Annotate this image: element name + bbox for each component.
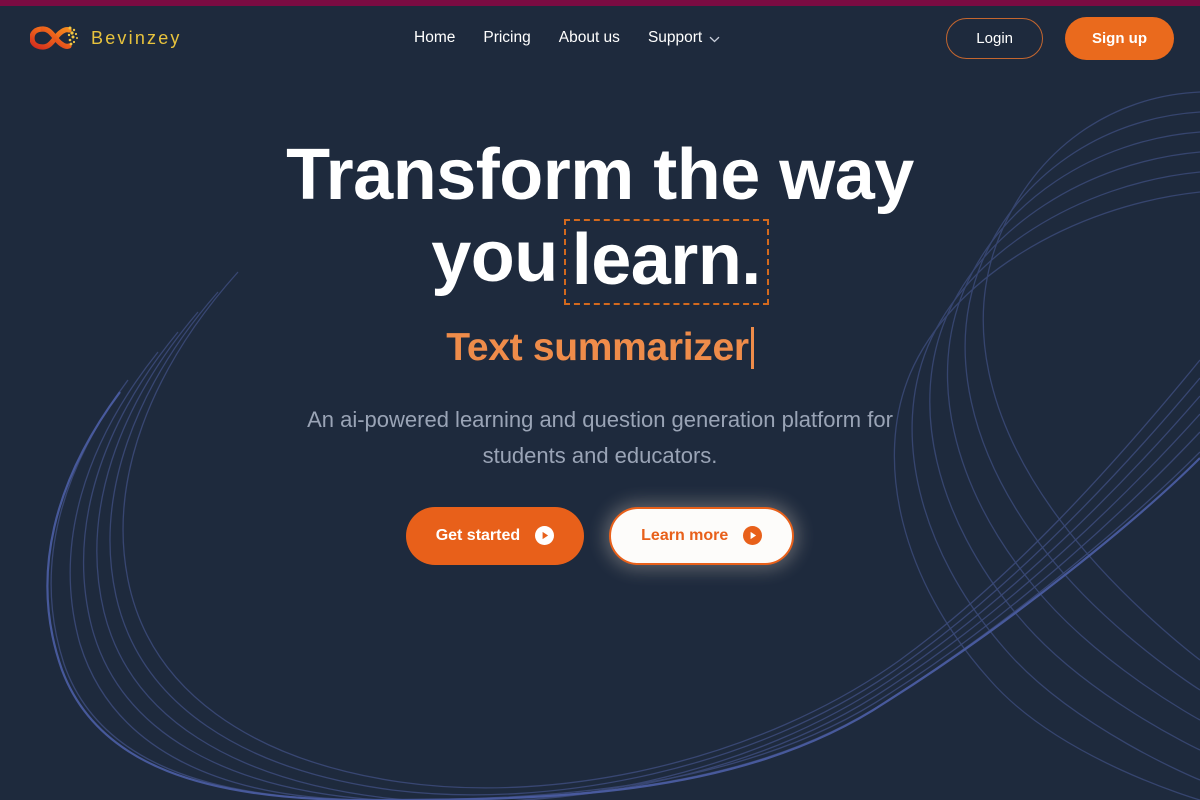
learn-more-button[interactable]: Learn more: [609, 506, 795, 565]
typing-caret: [750, 327, 754, 370]
headline-line-1: Transform the way: [286, 135, 914, 215]
play-circle-icon: [743, 526, 763, 546]
chevron-down-icon: [709, 34, 720, 45]
cta-row: Get started Learn more: [405, 506, 795, 565]
typed-subtitle: Text summarizer: [446, 326, 754, 370]
nav-item-label: About us: [558, 29, 620, 46]
hero-section: Transform the way you learn. Text summari…: [0, 70, 1200, 800]
nav-item-label: Home: [414, 29, 456, 46]
nav-item-home[interactable]: Home: [400, 23, 469, 53]
headline-line-2-prefix: you: [431, 217, 558, 298]
site-header: Bevinzey Home Pricing About us Support L…: [0, 6, 1200, 70]
main-navigation: Home Pricing About us Support: [400, 23, 734, 53]
brand-logo[interactable]: Bevinzey: [30, 16, 182, 60]
get-started-label: Get started: [435, 526, 521, 544]
play-circle-icon: [535, 526, 555, 546]
landing-page: Bevinzey Home Pricing About us Support L…: [0, 0, 1200, 800]
hero-description-line-1: An ai-powered learning and question gene…: [307, 407, 776, 433]
signup-button[interactable]: Sign up: [1065, 16, 1174, 60]
auth-actions: Login Sign up: [946, 16, 1174, 60]
learn-more-label: Learn more: [641, 526, 729, 544]
infinity-logo-icon: [30, 26, 78, 50]
typed-subtitle-text: Text summarizer: [446, 326, 749, 370]
nav-item-pricing[interactable]: Pricing: [469, 23, 544, 53]
nav-item-about-us[interactable]: About us: [545, 23, 634, 53]
nav-item-label: Pricing: [483, 29, 531, 46]
get-started-button[interactable]: Get started: [405, 506, 585, 565]
page-title: Transform the way you learn.: [150, 135, 1050, 306]
hero-description: An ai-powered learning and question gene…: [280, 402, 920, 473]
headline-highlight-box: learn.: [563, 219, 769, 306]
nav-item-label: Support: [647, 29, 703, 46]
brand-name: Bevinzey: [91, 27, 182, 48]
nav-item-support[interactable]: Support: [634, 23, 734, 53]
headline-line-2: you learn.: [150, 216, 1050, 306]
login-button[interactable]: Login: [946, 17, 1043, 59]
